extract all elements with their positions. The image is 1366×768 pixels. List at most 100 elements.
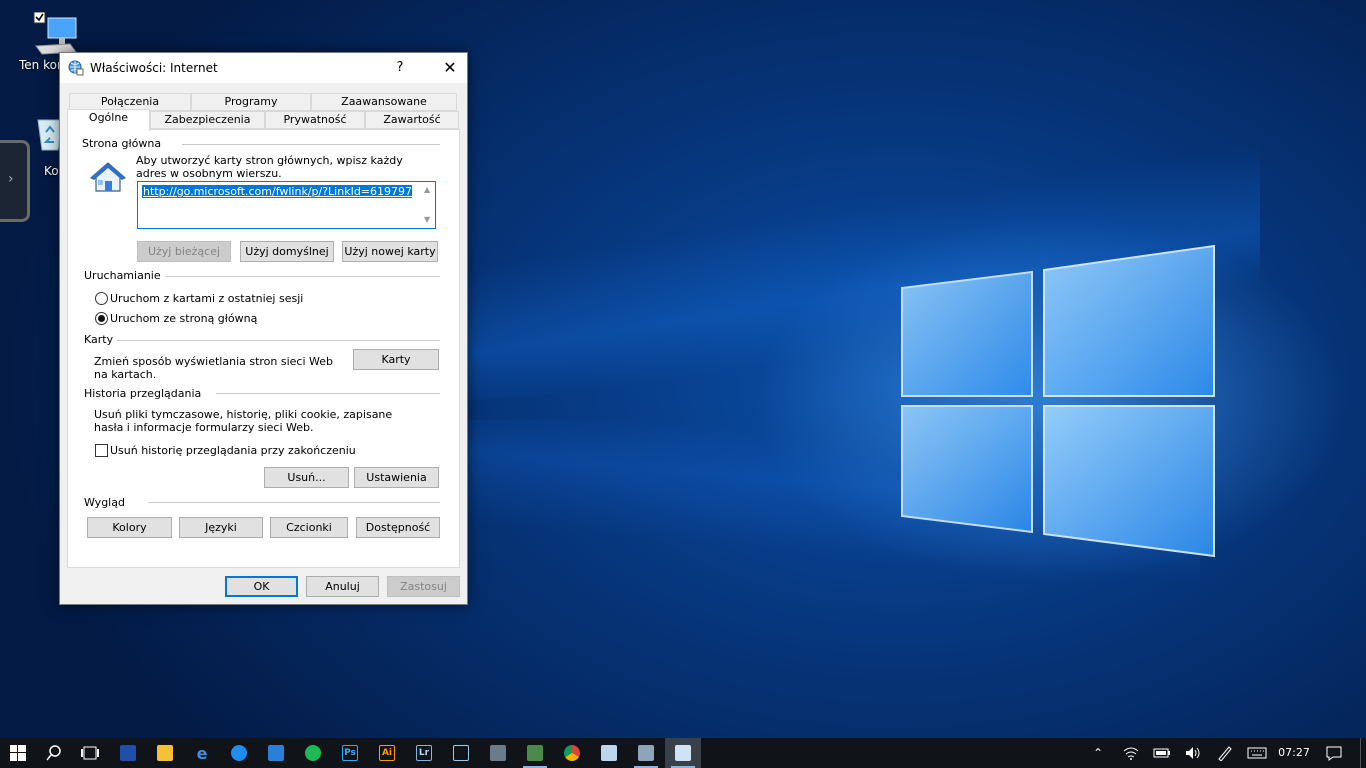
- dialog-title: Właściwości: Internet: [90, 61, 218, 75]
- use-current-button[interactable]: Użyj bieżącej: [137, 241, 231, 262]
- accessibility-button[interactable]: Dostępność: [356, 517, 440, 538]
- side-panel-handle[interactable]: ›: [0, 140, 30, 222]
- windows-start-icon: [10, 745, 26, 761]
- startup-option-label: Uruchom ze stroną główną: [110, 312, 258, 325]
- task-view-icon: [81, 746, 99, 760]
- notepad-icon: [601, 745, 617, 761]
- tab-programs[interactable]: Programy: [191, 93, 311, 111]
- tabs-settings-button[interactable]: Karty: [353, 349, 439, 370]
- taskbar-app-notepad[interactable]: [591, 738, 627, 768]
- homepage-textarea[interactable]: http://go.microsoft.com/fwlink/p/?LinkId…: [137, 181, 436, 229]
- battery-icon[interactable]: [1151, 738, 1173, 768]
- group-divider: [182, 144, 440, 145]
- chevron-up-icon: ▲: [424, 185, 431, 194]
- illustrator-icon: Ai: [379, 745, 395, 761]
- keyboard-icon[interactable]: [1245, 738, 1269, 768]
- taskbar: e Ps Ai Lr ⌃ 07:27: [0, 738, 1366, 768]
- taskbar-app-chrome[interactable]: [554, 738, 590, 768]
- wifi-icon[interactable]: [1120, 738, 1142, 768]
- internet-options-icon: [675, 745, 691, 761]
- show-desktop-button[interactable]: [1360, 738, 1366, 768]
- startup-option-label: Uruchom z kartami z ostatniej sesji: [110, 292, 304, 305]
- taskbar-app-photoshop[interactable]: Ps: [332, 738, 368, 768]
- chevron-right-icon: ›: [8, 171, 14, 187]
- taskbar-app-lightroom[interactable]: Lr: [406, 738, 442, 768]
- taskbar-app-remote[interactable]: [628, 738, 664, 768]
- ok-button[interactable]: OK: [225, 576, 298, 597]
- internet-options-icon: [68, 60, 84, 76]
- taskbar-app-3d[interactable]: [443, 738, 479, 768]
- history-description: Usuń pliki tymczasowe, historię, pliki c…: [94, 408, 393, 434]
- show-hidden-icons-button[interactable]: ⌃: [1086, 738, 1110, 768]
- cancel-button[interactable]: Anuluj: [306, 576, 379, 597]
- taskbar-app-store[interactable]: [258, 738, 294, 768]
- tab-content[interactable]: Zawartość: [365, 111, 459, 129]
- fonts-button[interactable]: Czcionki: [270, 517, 348, 538]
- group-label-startup: Uruchamianie: [84, 269, 165, 282]
- lightroom-icon: Lr: [416, 745, 432, 761]
- clock[interactable]: 07:27: [1272, 738, 1316, 768]
- messenger-icon: [231, 745, 247, 761]
- action-center-icon[interactable]: [1320, 738, 1348, 768]
- group-label-history: Historia przeglądania: [84, 387, 206, 400]
- homepage-url-value: http://go.microsoft.com/fwlink/p/?LinkId…: [142, 185, 412, 198]
- languages-button[interactable]: Języki: [179, 517, 263, 538]
- close-button[interactable]: ✕: [432, 53, 468, 83]
- tabs-description: Zmień sposób wyświetlania stron sieci We…: [94, 355, 334, 381]
- colors-button[interactable]: Kolory: [87, 517, 172, 538]
- illustrator-glyph: Ai: [381, 748, 393, 758]
- taskbar-app-tools[interactable]: [480, 738, 516, 768]
- tab-security[interactable]: Zabezpieczenia: [150, 111, 265, 129]
- spotify-icon: [305, 745, 321, 761]
- delete-history-on-exit-checkbox[interactable]: [95, 444, 108, 457]
- apply-button[interactable]: Zastosuj: [387, 576, 460, 597]
- tab-advanced[interactable]: Zaawansowane: [311, 93, 457, 111]
- tab-privacy[interactable]: Prywatność: [265, 111, 365, 129]
- home-icon: [90, 162, 126, 192]
- folder-icon: [157, 745, 173, 761]
- group-divider: [148, 502, 440, 503]
- dialog-titlebar[interactable]: Właściwości: Internet ? ✕: [60, 53, 467, 83]
- search-button[interactable]: [36, 738, 72, 768]
- cube-icon: [453, 745, 469, 761]
- desktop-icon-label: Ten kor: [19, 58, 62, 72]
- chrome-icon: [564, 745, 580, 761]
- lightroom-glyph: Lr: [418, 748, 430, 758]
- floppy-disk-icon: [120, 745, 136, 761]
- delete-history-button[interactable]: Usuń...: [264, 467, 349, 488]
- start-button[interactable]: [0, 738, 36, 768]
- startup-radio-last-session[interactable]: [95, 292, 108, 305]
- internet-properties-dialog: Właściwości: Internet ? ✕ Połączenia Pro…: [59, 52, 468, 605]
- task-view-button[interactable]: [72, 738, 108, 768]
- tab-panel-general: Strona główna Aby utworzyć karty stron g…: [67, 129, 460, 568]
- taskbar-app-messenger[interactable]: [221, 738, 257, 768]
- taskbar-app-internet-options[interactable]: [665, 738, 701, 768]
- taskbar-app-save[interactable]: [110, 738, 146, 768]
- taskbar-app-network[interactable]: [517, 738, 553, 768]
- taskbar-app-spotify[interactable]: [295, 738, 331, 768]
- desktop-icon-label: Ko: [44, 164, 59, 178]
- group-divider: [114, 340, 440, 341]
- edge-icon: e: [196, 743, 208, 763]
- history-settings-button[interactable]: Ustawienia: [354, 467, 439, 488]
- use-default-button[interactable]: Użyj domyślnej: [240, 241, 334, 262]
- tools-icon: [490, 745, 506, 761]
- tab-general[interactable]: Ogólne: [67, 109, 150, 131]
- photoshop-icon: Ps: [342, 745, 358, 761]
- homepage-hint: Aby utworzyć karty stron głównych, wpisz…: [136, 154, 403, 180]
- taskbar-app-illustrator[interactable]: Ai: [369, 738, 405, 768]
- taskbar-app-file-explorer[interactable]: [147, 738, 183, 768]
- group-label-homepage: Strona główna: [82, 137, 166, 150]
- taskbar-app-edge[interactable]: e: [184, 738, 220, 768]
- help-button[interactable]: ?: [386, 53, 414, 83]
- network-app-icon: [527, 745, 543, 761]
- textarea-scrollbar[interactable]: ▲ ▼: [421, 182, 435, 228]
- remote-desktop-icon: [638, 745, 654, 761]
- startup-radio-homepage[interactable]: [95, 312, 108, 325]
- group-divider: [154, 276, 440, 277]
- store-icon: [268, 745, 284, 761]
- use-new-tab-button[interactable]: Użyj nowej karty: [342, 241, 438, 262]
- chevron-down-icon: ▼: [424, 215, 431, 224]
- volume-icon[interactable]: [1182, 738, 1204, 768]
- pen-workspace-icon[interactable]: [1214, 738, 1236, 768]
